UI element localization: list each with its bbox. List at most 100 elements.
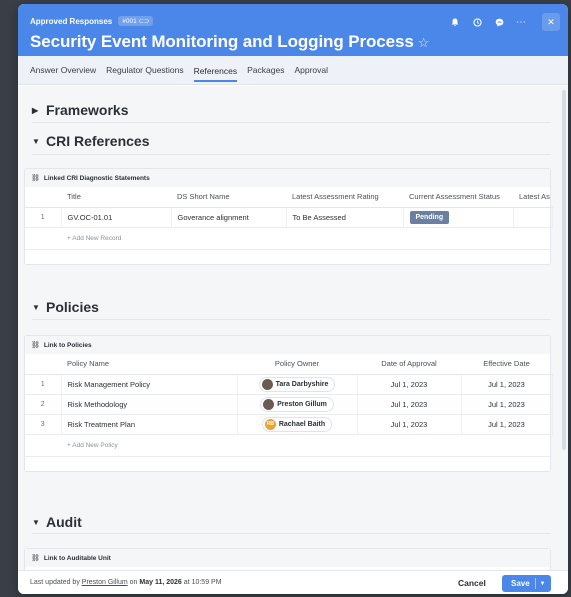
updated-date: May 11, 2026 <box>139 579 182 586</box>
section-frameworks-header[interactable]: ▶ Frameworks <box>32 102 128 118</box>
row-number: 3 <box>25 414 62 435</box>
record-id-badge[interactable]: #001 ⊂⊃ <box>118 16 154 26</box>
section-policies-title: Policies <box>46 299 99 315</box>
policies-table: Policy Name Policy Owner Date of Approva… <box>25 354 553 435</box>
owner-chip[interactable]: Tara Darbyshire <box>258 376 336 392</box>
card-footer <box>25 457 550 471</box>
add-new-record-button[interactable]: + Add New Record <box>25 228 550 250</box>
record-id: #001 <box>122 18 137 25</box>
owner-chip[interactable]: RB Rachael Baith <box>261 416 333 432</box>
cell-policy-owner[interactable]: Tara Darbyshire <box>237 374 358 395</box>
cell-effective-date[interactable]: Jul 1, 2023 <box>461 374 553 395</box>
section-frameworks-title: Frameworks <box>46 102 129 118</box>
last-updated: Last updated by Preston Gillum on May 11… <box>30 579 222 586</box>
column-header[interactable]: Current Assessment Status <box>403 187 513 208</box>
divider <box>32 533 551 534</box>
avatar <box>263 398 275 410</box>
cell-policy-name[interactable]: Risk Management Policy <box>61 374 238 395</box>
table-row[interactable]: 2 Risk Methodology Preston Gillum Jul 1,… <box>25 394 553 415</box>
star-icon[interactable]: ☆ <box>418 35 430 50</box>
updated-user-link[interactable]: Preston Gillum <box>82 579 128 586</box>
owner-name: Rachael Baith <box>278 420 326 428</box>
policies-card-title-text: Link to Policies <box>43 341 92 349</box>
modal-footer: Last updated by Preston Gillum on May 11… <box>18 570 568 594</box>
column-header[interactable]: Policy Name <box>61 354 237 375</box>
cri-card-title: ⛓ Linked CRI Diagnostic Statements <box>25 169 550 187</box>
cell-policy-name[interactable]: Risk Methodology <box>61 394 238 415</box>
column-header[interactable]: DS Short Name <box>171 187 286 208</box>
audit-card-title-text: Link to Auditable Unit <box>43 554 111 562</box>
section-cri-header[interactable]: ▼ CRI References <box>32 133 150 149</box>
table-row[interactable]: 3 Risk Treatment Plan RB Rachael Baith Ju… <box>25 414 553 435</box>
table-row[interactable]: 1 GV.OC-01.01 Goverance alignment To Be … <box>25 207 553 228</box>
section-audit-header[interactable]: ▼ Audit <box>32 514 82 530</box>
tab-packages[interactable]: Packages <box>247 59 284 81</box>
column-header-num <box>25 187 61 208</box>
policies-card: ⛓ Link to Policies Policy Name Policy Ow… <box>24 335 553 472</box>
column-header-num <box>25 354 61 375</box>
bell-icon[interactable] <box>444 13 466 31</box>
cell-rating[interactable]: To Be Assessed <box>286 207 404 228</box>
add-new-policy-button[interactable]: + Add New Policy <box>25 435 550 457</box>
caret-down-icon: ▼ <box>32 517 40 527</box>
tab-answer-overview[interactable]: Answer Overview <box>30 59 96 81</box>
column-header[interactable]: Policy Owner <box>237 354 357 375</box>
caret-down-icon: ▼ <box>32 136 40 146</box>
cell-effective-date[interactable]: Jul 1, 2023 <box>461 414 553 435</box>
row-number: 2 <box>25 394 62 415</box>
column-header[interactable]: Date of Approval <box>357 354 461 375</box>
cell-policy-owner[interactable]: Preston Gillum <box>237 394 358 415</box>
save-label: Save <box>511 579 530 588</box>
tab-regulator-questions[interactable]: Regulator Questions <box>106 59 184 81</box>
record-modal: Approved Responses #001 ⊂⊃ Security Even… <box>18 4 568 594</box>
section-policies-header[interactable]: ▼ Policies <box>32 299 99 315</box>
column-header[interactable]: Effective Date <box>461 354 552 375</box>
cri-card: ⛓ Linked CRI Diagnostic Statements Title… <box>24 168 553 265</box>
cell-latest[interactable] <box>513 207 553 228</box>
chat-icon[interactable] <box>488 13 510 31</box>
divider <box>32 319 551 320</box>
cri-table: Title DS Short Name Latest Assessment Ra… <box>25 187 553 228</box>
cell-approval-date[interactable]: Jul 1, 2023 <box>357 414 462 435</box>
owner-name: Preston Gillum <box>277 400 327 408</box>
cell-policy-name[interactable]: Risk Treatment Plan <box>61 414 238 435</box>
status-badge: Pending <box>409 210 450 224</box>
table-header-row: Policy Name Policy Owner Date of Approva… <box>25 354 552 375</box>
divider <box>32 122 551 123</box>
cell-policy-owner[interactable]: RB Rachael Baith <box>237 414 358 435</box>
clock-icon[interactable] <box>466 13 488 31</box>
header-actions: ⋯ ✕ <box>444 13 560 31</box>
cell-short-name[interactable]: Goverance alignment <box>171 207 287 228</box>
policies-card-title: ⛓ Link to Policies <box>25 336 550 354</box>
cell-approval-date[interactable]: Jul 1, 2023 <box>357 374 462 395</box>
tab-references[interactable]: References <box>193 60 238 82</box>
section-audit-title: Audit <box>46 514 82 530</box>
breadcrumb-label[interactable]: Approved Responses <box>30 17 112 26</box>
table-row[interactable]: 1 Risk Management Policy Tara Darbyshire… <box>25 374 553 395</box>
audit-card-title: ⛓ Link to Auditable Unit <box>25 549 550 567</box>
tab-bar: Answer Overview Regulator Questions Refe… <box>18 56 568 85</box>
close-icon[interactable]: ✕ <box>542 13 560 31</box>
caret-down-icon: ▼ <box>32 302 40 312</box>
cell-effective-date[interactable]: Jul 1, 2023 <box>461 394 553 415</box>
scrollbar[interactable] <box>562 90 566 450</box>
cell-title[interactable]: GV.OC-01.01 <box>61 207 172 228</box>
link-icon: ⛓ <box>31 175 40 182</box>
link-icon: ⛓ <box>31 342 40 349</box>
column-header[interactable]: Title <box>61 187 171 208</box>
owner-chip[interactable]: Preston Gillum <box>260 396 334 412</box>
cancel-button[interactable]: Cancel <box>458 578 486 588</box>
caret-right-icon: ▶ <box>32 105 39 115</box>
cell-approval-date[interactable]: Jul 1, 2023 <box>357 394 462 415</box>
cell-status[interactable]: Pending <box>403 207 514 228</box>
column-header[interactable]: Latest As <box>513 187 552 208</box>
save-button[interactable]: Save ▼ <box>502 575 551 592</box>
table-header-row: Title DS Short Name Latest Assessment Ra… <box>25 187 552 208</box>
row-number: 1 <box>25 207 62 228</box>
tab-approval[interactable]: Approval <box>294 59 328 81</box>
column-header[interactable]: Latest Assessment Rating <box>286 187 403 208</box>
divider <box>32 154 551 155</box>
chevron-down-icon[interactable]: ▼ <box>535 578 549 589</box>
more-icon[interactable]: ⋯ <box>510 13 532 31</box>
cri-card-title-text: Linked CRI Diagnostic Statements <box>43 174 150 182</box>
